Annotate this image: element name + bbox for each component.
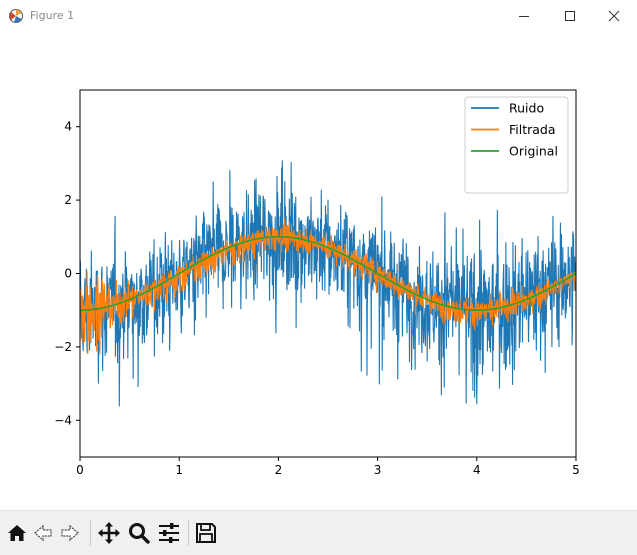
figure-canvas[interactable]: 0 1 2 3 4 5 −4 −2 0 2 4 Ruido Filtrada Original [0, 32, 637, 510]
legend-label-filtrada: Filtrada [509, 122, 556, 137]
line-chart: 0 1 2 3 4 5 −4 −2 0 2 4 Ruido Filtrada Original [54, 89, 580, 477]
zoom-icon [129, 523, 150, 544]
maximize-icon [565, 11, 575, 21]
forward-arrow-icon [61, 524, 79, 542]
home-icon [8, 525, 26, 541]
save-icon [196, 523, 216, 543]
forward-button[interactable] [58, 521, 82, 545]
y-tick-label: −4 [54, 413, 72, 427]
back-button[interactable] [31, 521, 55, 545]
x-tick-label: 1 [175, 463, 183, 477]
window-title: Figure 1 [30, 9, 75, 22]
y-tick-label: 4 [64, 120, 72, 134]
zoom-button[interactable] [127, 521, 151, 545]
x-tick-label: 0 [76, 463, 84, 477]
minimize-button[interactable] [501, 0, 547, 32]
home-button[interactable] [5, 521, 29, 545]
close-button[interactable] [591, 0, 637, 32]
y-tick-label: 0 [64, 267, 72, 281]
y-tick-label: 2 [64, 193, 72, 207]
configure-subplots-button[interactable] [157, 521, 181, 545]
close-icon [608, 10, 620, 22]
move-icon [98, 522, 120, 544]
maximize-button[interactable] [547, 0, 593, 32]
x-tick-label: 5 [572, 463, 580, 477]
save-button[interactable] [194, 521, 218, 545]
back-arrow-icon [34, 524, 52, 542]
title-bar: Figure 1 [0, 0, 637, 33]
navigation-toolbar [0, 510, 637, 555]
y-tick-label: −2 [54, 340, 72, 354]
toolbar-separator [90, 520, 91, 546]
legend-label-ruido: Ruido [509, 101, 544, 116]
sliders-icon [159, 523, 179, 543]
pan-button[interactable] [97, 521, 121, 545]
x-tick-label: 3 [374, 463, 382, 477]
legend-label-original: Original [509, 144, 558, 159]
x-tick-label: 2 [275, 463, 283, 477]
matplotlib-icon [9, 9, 23, 23]
toolbar-separator [188, 520, 189, 546]
minimize-icon [519, 16, 529, 17]
x-tick-label: 4 [473, 463, 481, 477]
